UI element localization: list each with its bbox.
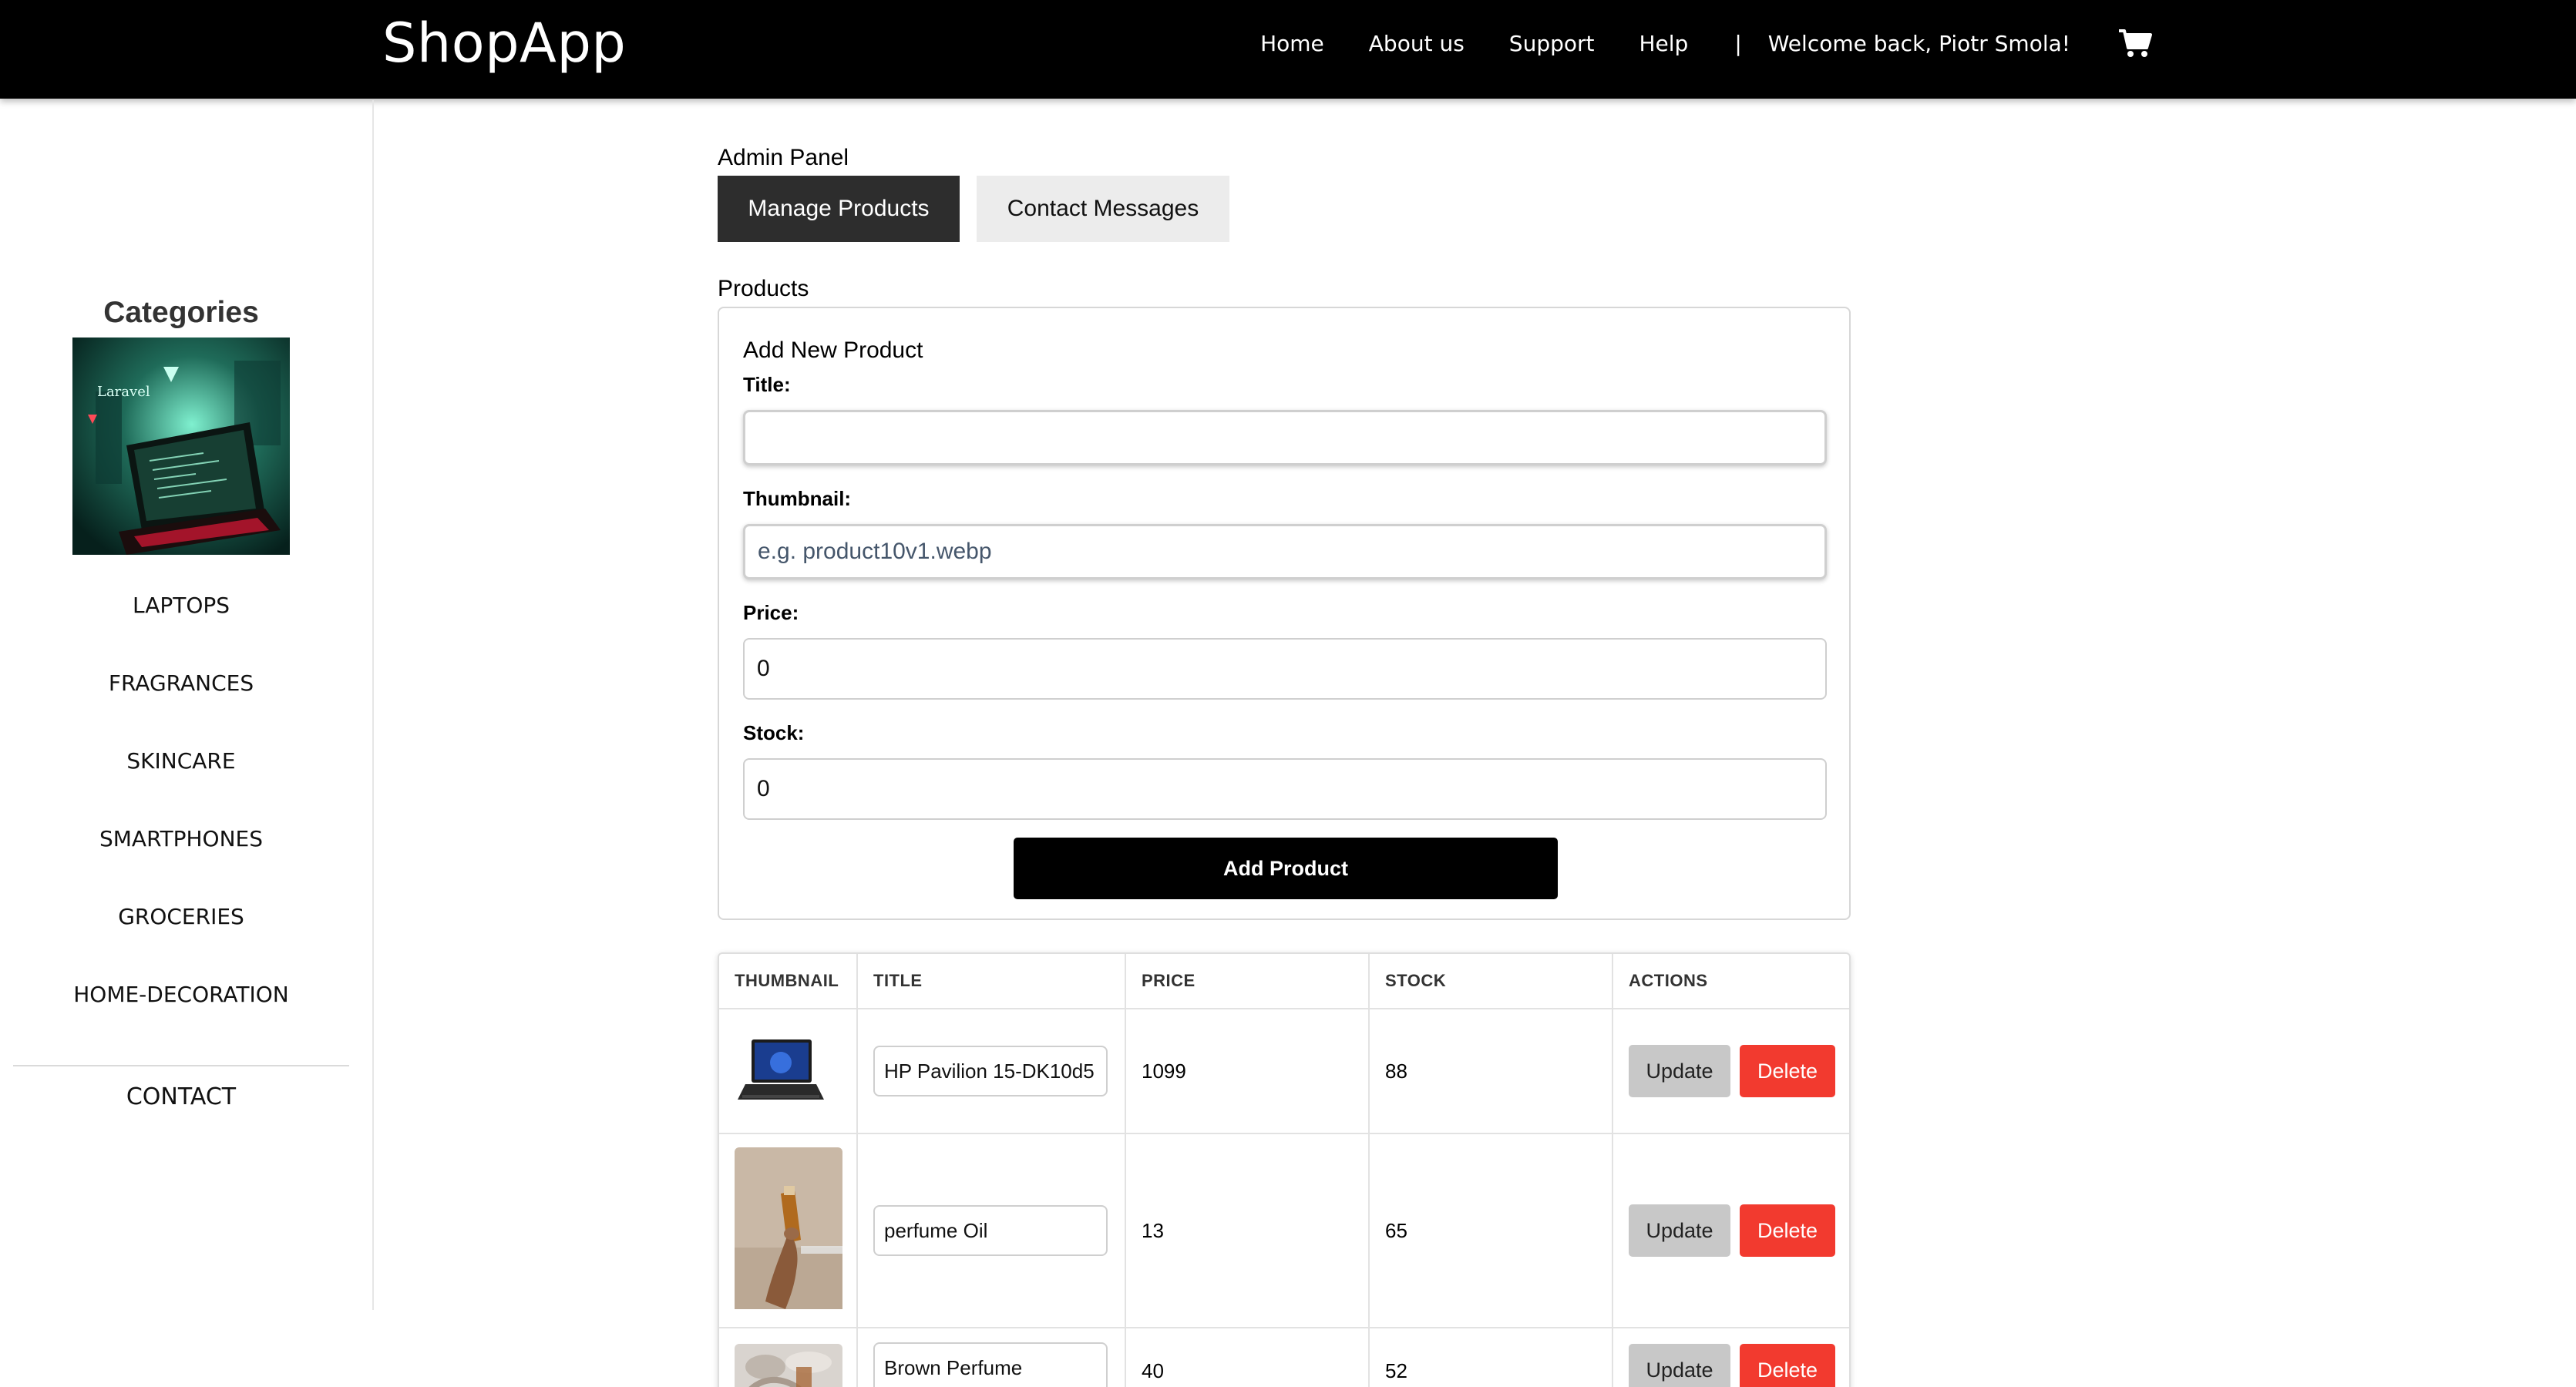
price-cell: 40 [1126, 1328, 1370, 1387]
tab-manage-products[interactable]: Manage Products [718, 176, 960, 242]
price-cell: 1099 [1126, 1009, 1370, 1133]
add-product-heading: Add New Product [743, 338, 923, 363]
thumbnail-cell [719, 1328, 858, 1387]
stock-cell: 88 [1370, 1009, 1613, 1133]
nav-about-us[interactable]: About us [1369, 31, 1465, 56]
title-label: Title: [743, 373, 791, 396]
title-cell [858, 1134, 1126, 1327]
nav-support[interactable]: Support [1509, 31, 1595, 56]
title-cell [858, 1009, 1126, 1133]
product-thumbnail [735, 1147, 842, 1315]
category-laptops[interactable]: LAPTOPS [0, 595, 362, 673]
nav-separator: | [1734, 30, 1742, 56]
price-cell: 13 [1126, 1134, 1370, 1327]
price-label: Price: [743, 601, 799, 624]
category-image-text: Laravel [97, 384, 150, 400]
category-groceries[interactable]: GROCERIES [0, 906, 362, 984]
tab-contact-messages[interactable]: Contact Messages [977, 176, 1229, 242]
admin-panel-title: Admin Panel [718, 145, 849, 170]
row-title-input[interactable] [873, 1046, 1108, 1097]
column-header-title: TITLE [858, 954, 1126, 1008]
table-row: 13 65 Update Delete [719, 1134, 1849, 1328]
category-skincare[interactable]: SKINCARE [0, 751, 362, 828]
add-product-form: Add New Product Title: Thumbnail: Price:… [718, 307, 1851, 920]
products-table: THUMBNAIL TITLE PRICE STOCK ACTIONS HP P… [718, 952, 1851, 1387]
thumbnail-input[interactable] [743, 524, 1827, 579]
category-smartphones[interactable]: SMARTPHONES [0, 828, 362, 906]
thumbnail-cell [719, 1009, 858, 1133]
delete-button[interactable]: Delete [1740, 1344, 1835, 1387]
delete-button[interactable]: Delete [1740, 1045, 1835, 1097]
nav-help[interactable]: Help [1639, 31, 1688, 56]
category-home-decoration[interactable]: HOME-DECORATION [0, 984, 362, 1062]
row-title-input[interactable] [873, 1342, 1108, 1387]
category-image: Laravel [72, 338, 290, 555]
shopping-cart-icon[interactable] [2118, 28, 2152, 59]
sidebar-contact-link[interactable]: CONTACT [0, 1083, 362, 1110]
product-thumbnail [735, 1344, 842, 1387]
table-row: 40 52 Update Delete [719, 1328, 1849, 1387]
actions-cell: Update Delete [1613, 1328, 1849, 1387]
category-fragrances[interactable]: FRAGRANCES [0, 673, 362, 751]
update-button[interactable]: Update [1629, 1204, 1730, 1257]
stock-cell: 65 [1370, 1134, 1613, 1327]
column-header-price: PRICE [1126, 954, 1370, 1008]
product-thumbnail [735, 1029, 827, 1114]
nav-home[interactable]: Home [1260, 31, 1324, 56]
welcome-message: Welcome back, Piotr Smola! [1767, 30, 2070, 56]
update-button[interactable]: Update [1629, 1045, 1730, 1097]
sidebar-divider [13, 1065, 349, 1066]
thumbnail-cell [719, 1134, 858, 1327]
top-navbar: ShopApp Home About us Support Help | Wel… [0, 0, 2576, 99]
actions-cell: Update Delete [1613, 1134, 1849, 1327]
stock-label: Stock: [743, 721, 805, 744]
title-cell [858, 1328, 1126, 1387]
column-header-thumbnail: THUMBNAIL [719, 954, 858, 1008]
category-list: LAPTOPS FRAGRANCES SKINCARE SMARTPHONES … [0, 595, 362, 1062]
products-section-title: Products [718, 276, 809, 301]
table-header-row: THUMBNAIL TITLE PRICE STOCK ACTIONS [719, 954, 1849, 1009]
categories-heading: Categories [103, 296, 259, 329]
title-input[interactable] [743, 410, 1827, 465]
price-input[interactable] [743, 638, 1827, 700]
delete-button[interactable]: Delete [1740, 1204, 1835, 1257]
update-button[interactable]: Update [1629, 1344, 1730, 1387]
brand-logo[interactable]: ShopApp [382, 11, 626, 76]
thumbnail-label: Thumbnail: [743, 487, 852, 510]
column-header-stock: STOCK [1370, 954, 1613, 1008]
table-row: 1099 88 Update Delete [719, 1009, 1849, 1134]
stock-cell: 52 [1370, 1328, 1613, 1387]
actions-cell: Update Delete [1613, 1009, 1849, 1133]
stock-input[interactable] [743, 758, 1827, 820]
main-nav: Home About us Support Help | Welcome bac… [1216, 23, 2152, 63]
row-title-input[interactable] [873, 1205, 1108, 1256]
add-product-button[interactable]: Add Product [1014, 838, 1558, 899]
column-header-actions: ACTIONS [1629, 971, 1708, 990]
